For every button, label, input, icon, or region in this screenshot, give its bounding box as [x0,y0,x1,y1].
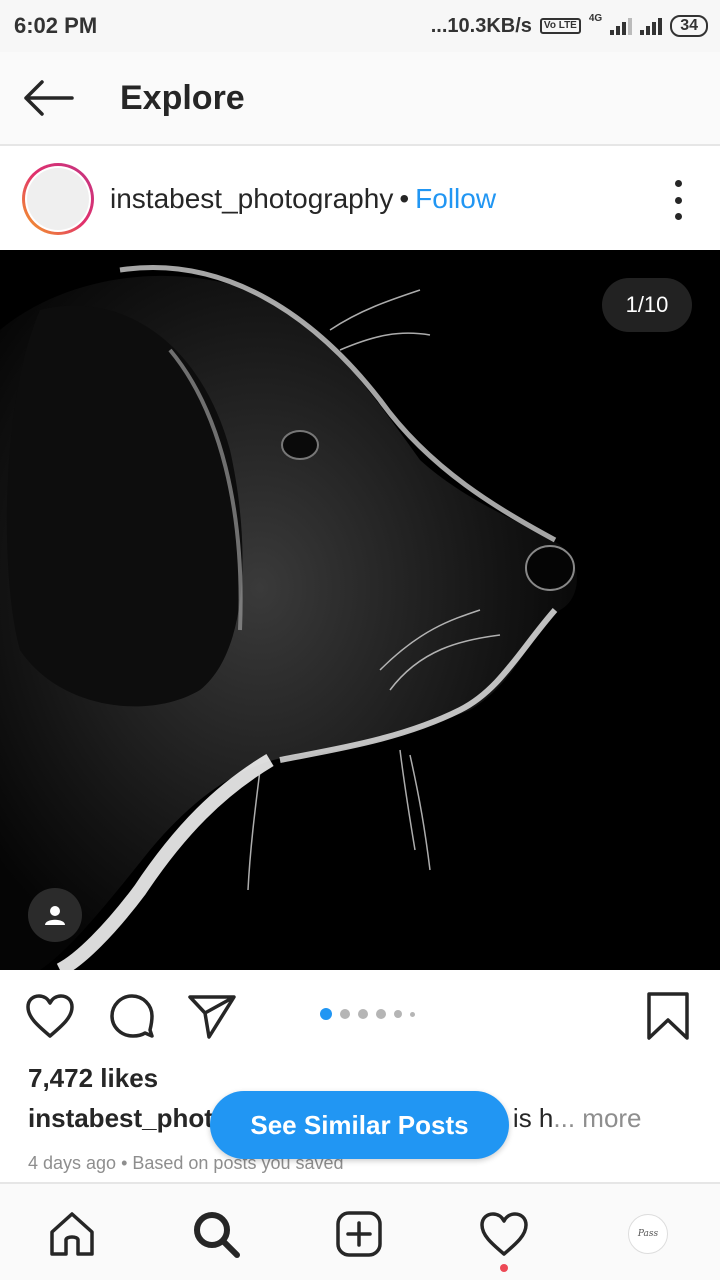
nav-activity[interactable] [476,1206,532,1262]
share-button[interactable] [186,990,238,1042]
status-time: 6:02 PM [14,13,98,38]
activity-icon [480,1212,528,1256]
network-speed: ...10.3KB/s [430,14,532,37]
caption-username[interactable]: instabest_phot [28,1103,213,1133]
signal-icon-2 [640,17,663,35]
battery-icon: 34 [670,15,708,37]
home-icon [50,1212,94,1256]
avatar[interactable] [22,163,94,235]
signal-icon [610,17,633,35]
carousel-dot [394,1010,402,1018]
separator: • [399,183,410,214]
carousel-dot [340,1009,350,1019]
nav-home[interactable] [44,1206,100,1262]
carousel-dot [410,1011,415,1017]
post-actions [0,970,720,1062]
heart-icon [26,994,74,1038]
profile-avatar: Pass [628,1214,668,1254]
carousel-indicator [320,1008,415,1020]
back-arrow-icon [24,80,74,116]
avatar-image [27,168,89,230]
notification-dot [500,1264,508,1272]
follow-button[interactable]: Follow [415,183,496,215]
save-button[interactable] [642,990,694,1042]
carousel-dot [358,1009,368,1019]
likes-count[interactable]: 7,472 likes [28,1063,158,1094]
back-button[interactable] [0,51,96,145]
comment-icon [110,994,154,1038]
search-icon [194,1212,240,1258]
nav-new-post[interactable] [331,1206,387,1262]
app-header: Explore [0,52,720,146]
new-post-icon [336,1211,382,1257]
nav-profile[interactable]: Pass [620,1206,676,1262]
carousel-dot-active [320,1008,332,1020]
volte-badge: Vo LTE [539,18,581,34]
image-counter: 1/10 [602,278,692,332]
post-header: instabest_photography • Follow [0,148,720,250]
network-type: 4G [588,12,603,24]
see-similar-posts-button[interactable]: See Similar Posts [210,1091,509,1159]
like-button[interactable] [24,990,76,1042]
nav-search[interactable] [188,1206,244,1262]
bottom-navigation: Pass [0,1182,720,1280]
more-options-icon[interactable] [666,180,690,220]
bookmark-icon [647,992,689,1040]
page-title: Explore [120,78,245,117]
send-icon [188,995,236,1039]
caption-more-link[interactable]: ... more [553,1103,641,1133]
status-bar: 6:02 PM ...10.3KB/s Vo LTE 4G 34 [0,0,720,52]
post-image[interactable]: 1/10 [0,250,720,970]
tagged-people-button[interactable] [28,888,82,942]
caption-text: is h [512,1103,554,1133]
dog-photo [0,250,720,970]
person-icon [45,906,65,925]
post-username[interactable]: instabest_photography [110,183,393,215]
comment-button[interactable] [106,990,158,1042]
carousel-dot [376,1009,386,1019]
status-indicators: ...10.3KB/s Vo LTE 4G 34 [430,12,708,38]
